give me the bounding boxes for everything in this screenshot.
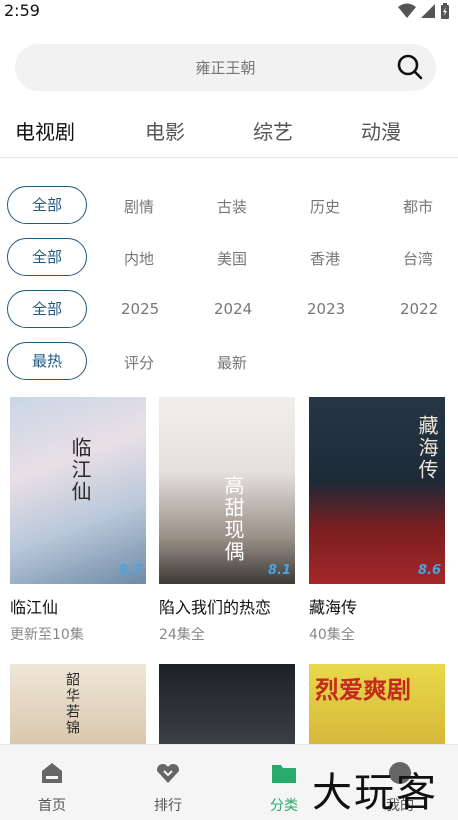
poster-image: 藏海传 8.6	[309, 397, 445, 584]
filter-row-region: 全部 内地 美国 香港 台湾	[0, 238, 458, 278]
poster-card[interactable]: 临江仙 8.7 临江仙 更新至10集	[10, 397, 146, 644]
filter-option[interactable]: 2024	[214, 300, 252, 318]
status-time: 2:59	[4, 1, 40, 20]
poster-card[interactable]: 韶华若锦	[10, 664, 146, 744]
search-input[interactable]: 雍正王朝	[15, 44, 436, 91]
main-tabs: 电视剧 电影 综艺 动漫	[0, 108, 458, 158]
filter-option[interactable]: 2022	[400, 300, 438, 318]
filter-chip-selected[interactable]: 最热	[7, 342, 87, 380]
card-subtitle: 40集全	[309, 627, 355, 643]
card-title: 陷入我们的热恋	[159, 598, 272, 617]
poster-score: 8.1	[267, 563, 291, 578]
status-icons	[398, 3, 450, 19]
poster-image: 高甜现偶 8.1	[159, 397, 295, 584]
poster-card[interactable]: 藏海传 8.6 藏海传 40集全	[309, 397, 445, 644]
poster-score: 8.7	[118, 563, 142, 578]
poster-title-art: 烈爱爽剧	[315, 675, 411, 704]
poster-card[interactable]: 烈爱爽剧	[309, 664, 445, 744]
filter-option[interactable]: 古装	[217, 196, 247, 217]
poster-image: 烈爱爽剧	[309, 664, 445, 744]
filter-option[interactable]: 评分	[124, 352, 154, 373]
filter-option[interactable]: 剧情	[124, 196, 154, 217]
battery-icon	[441, 3, 449, 19]
poster-image: 临江仙 8.7	[10, 397, 146, 584]
filter-option[interactable]: 内地	[124, 248, 154, 269]
filter-row-sort: 最热 评分 最新	[0, 342, 458, 382]
wifi-icon	[398, 3, 416, 18]
nav-item-rank[interactable]: 排行	[128, 745, 208, 820]
poster-image	[159, 664, 295, 744]
nav-item-home[interactable]: 首页	[12, 745, 92, 820]
poster-image: 韶华若锦	[10, 664, 146, 744]
filter-chip-selected[interactable]: 全部	[7, 186, 87, 224]
filter-chip-selected[interactable]: 全部	[7, 238, 87, 276]
card-title: 临江仙	[10, 598, 59, 617]
search-placeholder: 雍正王朝	[195, 59, 256, 77]
poster-title-art: 高甜现偶	[221, 475, 245, 563]
card-subtitle: 24集全	[159, 627, 205, 643]
filter-option[interactable]: 2025	[121, 300, 159, 318]
filter-option[interactable]: 都市	[403, 196, 433, 217]
poster-score: 8.6	[417, 563, 441, 578]
tab-movie[interactable]: 电影	[145, 116, 185, 145]
nav-label: 排行	[154, 798, 182, 814]
folder-icon	[272, 765, 296, 783]
watermark: 大玩客	[312, 770, 438, 816]
filter-option[interactable]: 香港	[310, 248, 340, 269]
filter-option[interactable]: 最新	[217, 352, 247, 373]
home-icon	[42, 763, 62, 783]
card-title: 藏海传	[309, 598, 358, 617]
nav-label: 首页	[38, 798, 66, 814]
filter-row-year: 全部 2025 2024 2023 2022	[0, 290, 458, 330]
poster-title-art: 韶华若锦	[64, 672, 80, 736]
poster-card[interactable]: 高甜现偶 8.1 陷入我们的热恋 24集全	[159, 397, 295, 644]
heart-icon	[157, 764, 179, 783]
poster-title-art: 藏海传	[415, 415, 439, 481]
filter-option[interactable]: 2023	[307, 300, 345, 318]
tab-tv[interactable]: 电视剧	[15, 116, 75, 145]
filter-option[interactable]: 历史	[310, 196, 340, 217]
tab-anime[interactable]: 动漫	[361, 116, 401, 145]
search-icon[interactable]	[396, 53, 424, 81]
poster-card[interactable]	[159, 664, 295, 744]
tab-variety[interactable]: 综艺	[253, 116, 293, 145]
filter-row-genre: 全部 剧情 古装 历史 都市	[0, 186, 458, 226]
card-subtitle: 更新至10集	[10, 627, 84, 643]
filter-option[interactable]: 台湾	[403, 248, 433, 269]
status-bar: 2:59	[0, 0, 458, 24]
filter-option[interactable]: 美国	[217, 248, 247, 269]
poster-title-art: 临江仙	[68, 437, 92, 503]
filter-chip-selected[interactable]: 全部	[7, 290, 87, 328]
signal-icon	[421, 4, 435, 18]
